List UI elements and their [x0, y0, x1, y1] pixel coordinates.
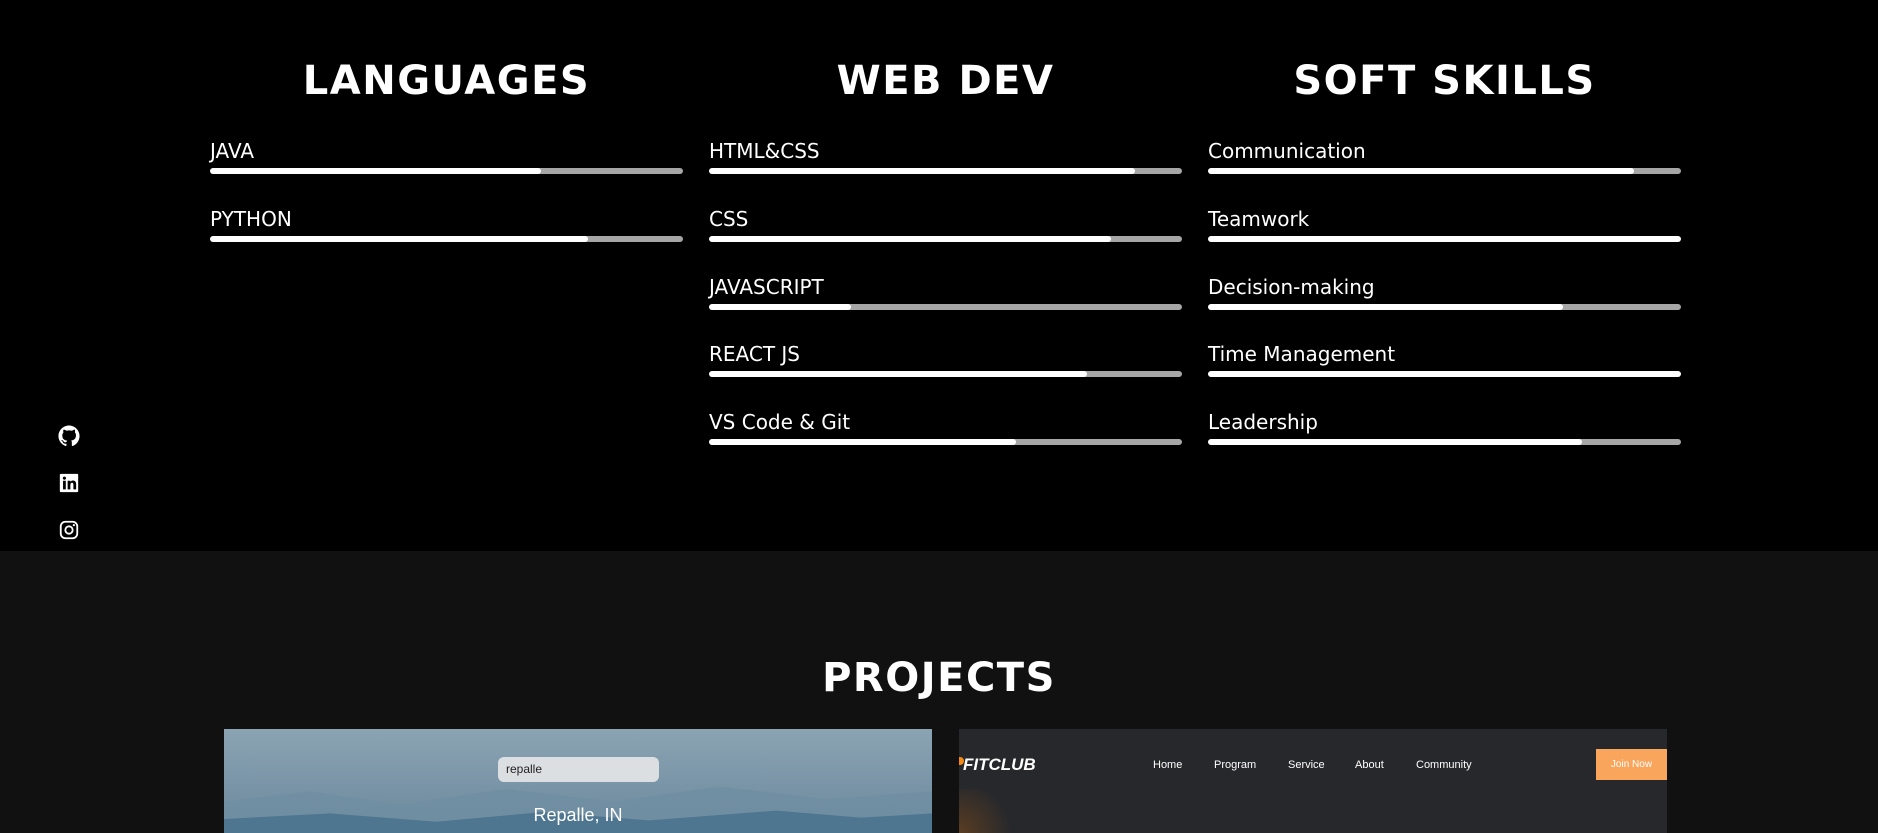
skill-label: Teamwork [1208, 207, 1310, 231]
skill-bar [1208, 439, 1681, 445]
nav-community[interactable]: Community [1416, 759, 1472, 771]
skill-bar [1208, 371, 1681, 377]
hero-glow [959, 789, 1019, 833]
skill-htmlcss: HTML&CSS [709, 139, 1182, 179]
skill-decision-making: Decision-making [1208, 275, 1681, 315]
skill-bar [1208, 168, 1681, 174]
instagram-icon [59, 520, 79, 540]
skill-time-management: Time Management [1208, 342, 1681, 382]
skill-bar-fill [1208, 304, 1563, 310]
projects-title: PROJECTS [822, 655, 1056, 701]
github-icon [58, 425, 80, 447]
skill-bar [1208, 304, 1681, 310]
skill-javascript: JAVASCRIPT [709, 275, 1182, 315]
join-now-button[interactable]: Join Now [1596, 749, 1667, 780]
skill-bar-fill [1208, 439, 1582, 445]
nav-home[interactable]: Home [1153, 759, 1182, 771]
weather-project-card[interactable]: repalle Repalle, IN [224, 729, 932, 833]
skill-bar [709, 168, 1182, 174]
skill-bar [709, 439, 1182, 445]
skill-label: JAVASCRIPT [709, 275, 824, 299]
nav-service[interactable]: Service [1288, 759, 1325, 771]
skill-bar-fill [1208, 371, 1681, 377]
skill-bar [709, 304, 1182, 310]
skill-label: JAVA [210, 139, 255, 163]
skills-section: LANGUAGES JAVA PYTHON WEB DEV HTML&CSS C… [0, 0, 1878, 551]
skill-bar [1208, 236, 1681, 242]
skill-reactjs: REACT JS [709, 342, 1182, 382]
fitclub-project-card[interactable]: FITCLUB Home Program Service About Commu… [959, 729, 1667, 833]
skill-bar [709, 371, 1182, 377]
skill-bar [210, 236, 683, 242]
skill-bar-fill [210, 168, 542, 174]
skill-python: PYTHON [210, 207, 683, 247]
github-link[interactable] [58, 425, 82, 449]
skill-bar-fill [1208, 168, 1634, 174]
skill-bar-fill [709, 439, 1017, 445]
city-search-input[interactable]: repalle [498, 757, 659, 782]
skill-bar-fill [709, 236, 1112, 242]
skill-css: CSS [709, 207, 1182, 247]
skill-label: Communication [1208, 139, 1366, 163]
skill-label: Decision-making [1208, 275, 1375, 299]
nav-about[interactable]: About [1355, 759, 1384, 771]
skill-teamwork: Teamwork [1208, 207, 1681, 247]
skill-bar-fill [709, 168, 1135, 174]
skill-leadership: Leadership [1208, 410, 1681, 450]
skill-label: Leadership [1208, 410, 1318, 434]
languages-title: LANGUAGES [302, 58, 591, 104]
skill-communication: Communication [1208, 139, 1681, 179]
webdev-title: WEB DEV [836, 58, 1055, 104]
fitclub-logo: FITCLUB [963, 755, 1036, 774]
skill-label: HTML&CSS [709, 139, 820, 163]
skill-bar-fill [1208, 236, 1681, 242]
linkedin-link[interactable] [58, 472, 82, 496]
skill-bar-fill [210, 236, 589, 242]
linkedin-icon [59, 473, 79, 493]
skill-label: VS Code & Git [709, 410, 851, 434]
skill-label: CSS [709, 207, 749, 231]
skill-label: PYTHON [210, 207, 292, 231]
skill-bar [709, 236, 1182, 242]
city-name: Repalle, IN [533, 805, 623, 825]
skill-label: REACT JS [709, 342, 800, 366]
nav-program[interactable]: Program [1214, 759, 1256, 771]
skill-bar-fill [709, 371, 1088, 377]
skill-bar-fill [709, 304, 851, 310]
skill-java: JAVA [210, 139, 683, 179]
skill-bar [210, 168, 683, 174]
soft-skills-title: SOFT SKILLS [1293, 58, 1596, 104]
projects-section: PROJECTS repalle Repalle, IN FITCLUB Hom… [0, 551, 1878, 833]
skill-label: Time Management [1208, 342, 1396, 366]
skill-vscode-git: VS Code & Git [709, 410, 1182, 450]
instagram-link[interactable] [58, 519, 82, 543]
